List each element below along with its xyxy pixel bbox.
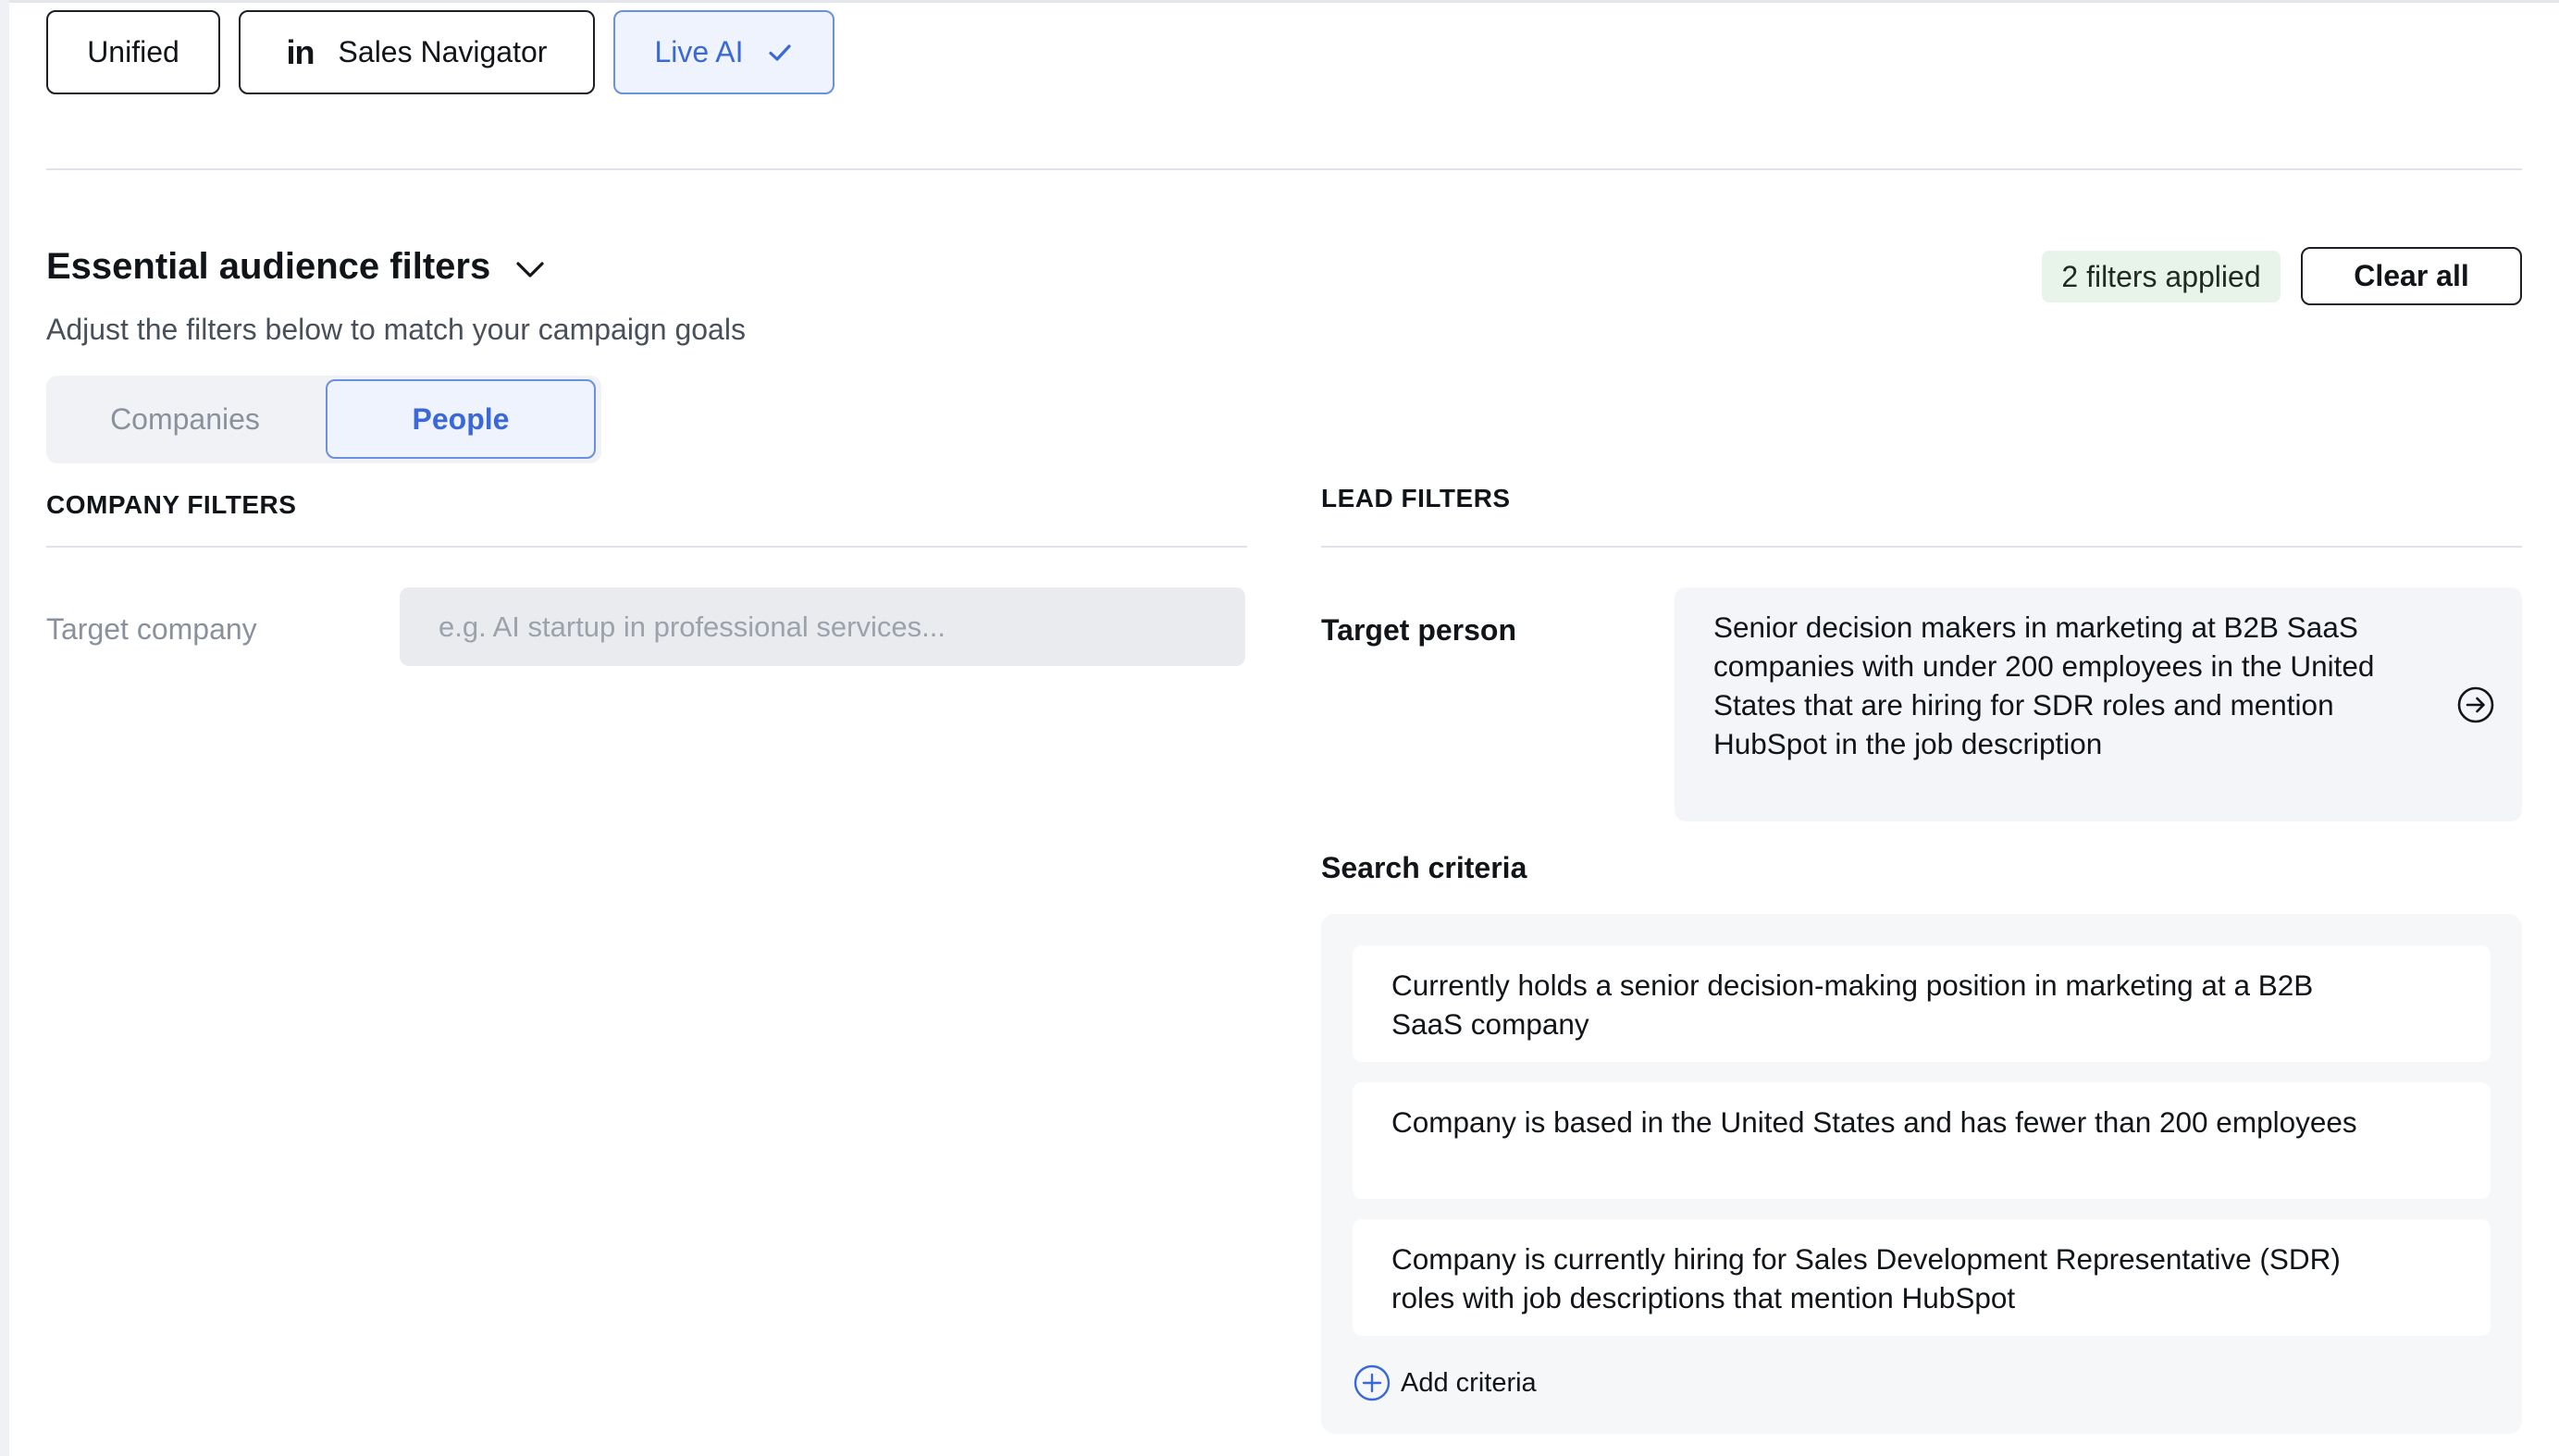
add-criteria-button[interactable]: Add criteria [1353, 1363, 1537, 1402]
target-person-label: Target person [1321, 613, 1516, 647]
criteria-item[interactable]: Company is based in the United States an… [1353, 1082, 2491, 1199]
criteria-item[interactable]: Company is currently hiring for Sales De… [1353, 1219, 2491, 1336]
search-criteria-panel: Currently holds a senior decision-making… [1321, 914, 2522, 1434]
target-person-value: Senior decision makers in marketing at B… [1713, 611, 2375, 760]
source-tab-unified-label: Unified [87, 35, 179, 68]
top-border [9, 0, 2559, 3]
search-criteria-label: Search criteria [1321, 851, 1527, 884]
clear-all-button[interactable]: Clear all [2301, 247, 2522, 305]
criteria-item-text: Company is based in the United States an… [1391, 1105, 2357, 1139]
toggle-people[interactable]: People [326, 379, 596, 459]
left-edge-strip [0, 0, 9, 1456]
plus-circle-icon [1354, 1364, 1391, 1401]
target-company-input[interactable] [400, 587, 1245, 666]
source-tab-sales-navigator[interactable]: in Sales Navigator [239, 10, 595, 94]
chevron-down-icon[interactable] [512, 252, 549, 289]
audience-toggle: Companies People [46, 376, 601, 463]
lead-filters-divider [1321, 546, 2522, 548]
criteria-item[interactable]: Currently holds a senior decision-making… [1353, 945, 2491, 1062]
filters-applied-badge: 2 filters applied [2042, 251, 2281, 302]
add-criteria-label: Add criteria [1401, 1367, 1537, 1398]
source-tab-sales-navigator-label: Sales Navigator [338, 35, 548, 68]
section-subtitle: Adjust the filters below to match your c… [46, 313, 746, 346]
section-title: Essential audience filters [46, 246, 491, 287]
check-icon [768, 43, 791, 61]
criteria-item-text: Company is currently hiring for Sales De… [1391, 1242, 2341, 1314]
target-company-label: Target company [46, 612, 257, 646]
section-divider [46, 168, 2522, 170]
lead-filters-heading: LEAD FILTERS [1321, 484, 1511, 512]
source-tab-unified[interactable]: Unified [46, 10, 220, 94]
arrow-right-circle-icon[interactable] [2455, 685, 2496, 725]
criteria-item-text: Currently holds a senior decision-making… [1391, 969, 2314, 1041]
linkedin-icon: in [286, 32, 315, 71]
company-filters-divider [46, 546, 1247, 548]
company-filters-heading: COMPANY FILTERS [46, 490, 297, 519]
toggle-companies[interactable]: Companies [46, 376, 324, 463]
source-tab-live-ai-label: Live AI [654, 35, 744, 68]
target-person-field[interactable]: Senior decision makers in marketing at B… [1675, 587, 2522, 821]
source-tab-live-ai[interactable]: Live AI [613, 10, 834, 94]
